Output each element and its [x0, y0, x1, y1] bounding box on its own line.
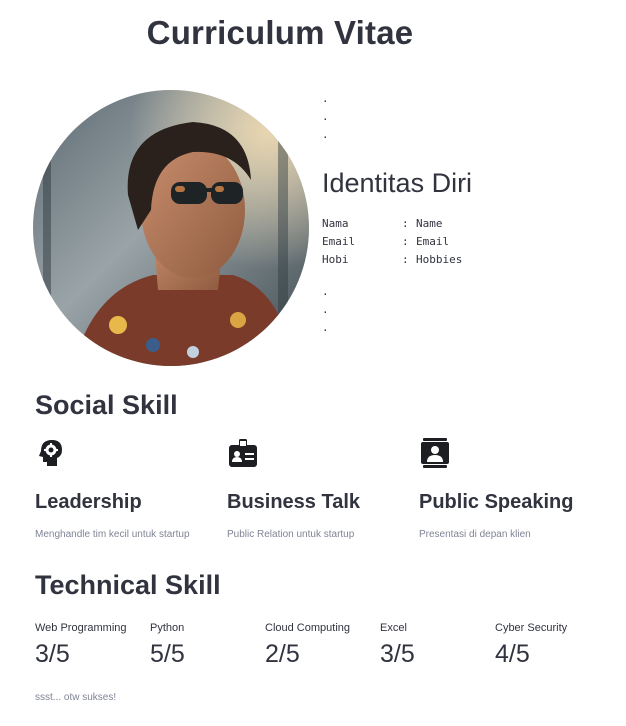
identity-value: Name	[416, 217, 443, 230]
metric-web-programming: Web Programming 3/5	[35, 622, 147, 669]
head-gear-icon	[39, 440, 62, 466]
identity-heading: Identitas Diri	[322, 168, 473, 198]
identity-dots-top: . . .	[322, 92, 329, 141]
metric-value: 2/5	[265, 640, 300, 668]
identity-row-hobby: Hobi : Hobbies	[322, 251, 462, 269]
metric-cyber-security: Cyber Security 4/5	[495, 622, 607, 669]
skill-title: Business Talk	[227, 491, 361, 513]
page-title: Curriculum Vitae	[146, 14, 414, 51]
footer-note: ssst... otw sukses!	[35, 692, 117, 703]
metric-label: Cyber Security	[495, 622, 568, 634]
metric-value: 3/5	[380, 640, 415, 668]
identity-key: Email	[322, 235, 356, 248]
identity-key: Nama	[322, 217, 349, 230]
identity-dots-bottom: . . .	[322, 285, 329, 334]
metric-value: 3/5	[35, 640, 70, 668]
skill-description: Public Relation untuk startup	[227, 529, 355, 540]
identity-separator: :	[402, 235, 409, 248]
identity-value: Email	[416, 235, 450, 248]
metric-label: Web Programming	[35, 622, 127, 634]
identity-row-email: Email : Email	[322, 233, 462, 251]
metric-excel: Excel 3/5	[380, 622, 492, 669]
metric-value: 5/5	[150, 640, 185, 668]
skill-title: Public Speaking	[419, 491, 574, 513]
metric-label: Excel	[380, 622, 407, 634]
skill-title: Leadership	[35, 491, 142, 513]
metric-cloud-computing: Cloud Computing 2/5	[265, 622, 377, 669]
identity-key: Hobi	[322, 253, 349, 266]
identity-value: Hobbies	[416, 253, 463, 266]
profile-photo	[33, 90, 309, 366]
skill-description: Presentasi di depan klien	[419, 529, 531, 540]
identity-row-name: Nama : Name	[322, 215, 462, 233]
technical-skill-heading: Technical Skill	[35, 570, 221, 600]
identity-separator: :	[402, 253, 409, 266]
identity-table: Nama : Name Email : Email Hobi : Hobbies	[322, 215, 462, 269]
metric-value: 4/5	[495, 640, 530, 668]
skill-card-leadership: Leadership Menghandle tim kecil untuk st…	[35, 437, 225, 540]
skill-card-public-speaking: Public Speaking Presentasi di depan klie…	[419, 437, 609, 540]
identity-separator: :	[402, 217, 409, 230]
skill-description: Menghandle tim kecil untuk startup	[35, 529, 190, 540]
skill-card-business-talk: Business Talk Public Relation untuk star…	[227, 437, 417, 540]
social-skill-heading: Social Skill	[35, 390, 178, 420]
metric-label: Cloud Computing	[265, 622, 350, 634]
metric-python: Python 5/5	[150, 622, 262, 669]
metric-label: Python	[150, 622, 185, 634]
id-badge-icon	[229, 439, 257, 467]
contact-book-icon	[421, 438, 449, 468]
